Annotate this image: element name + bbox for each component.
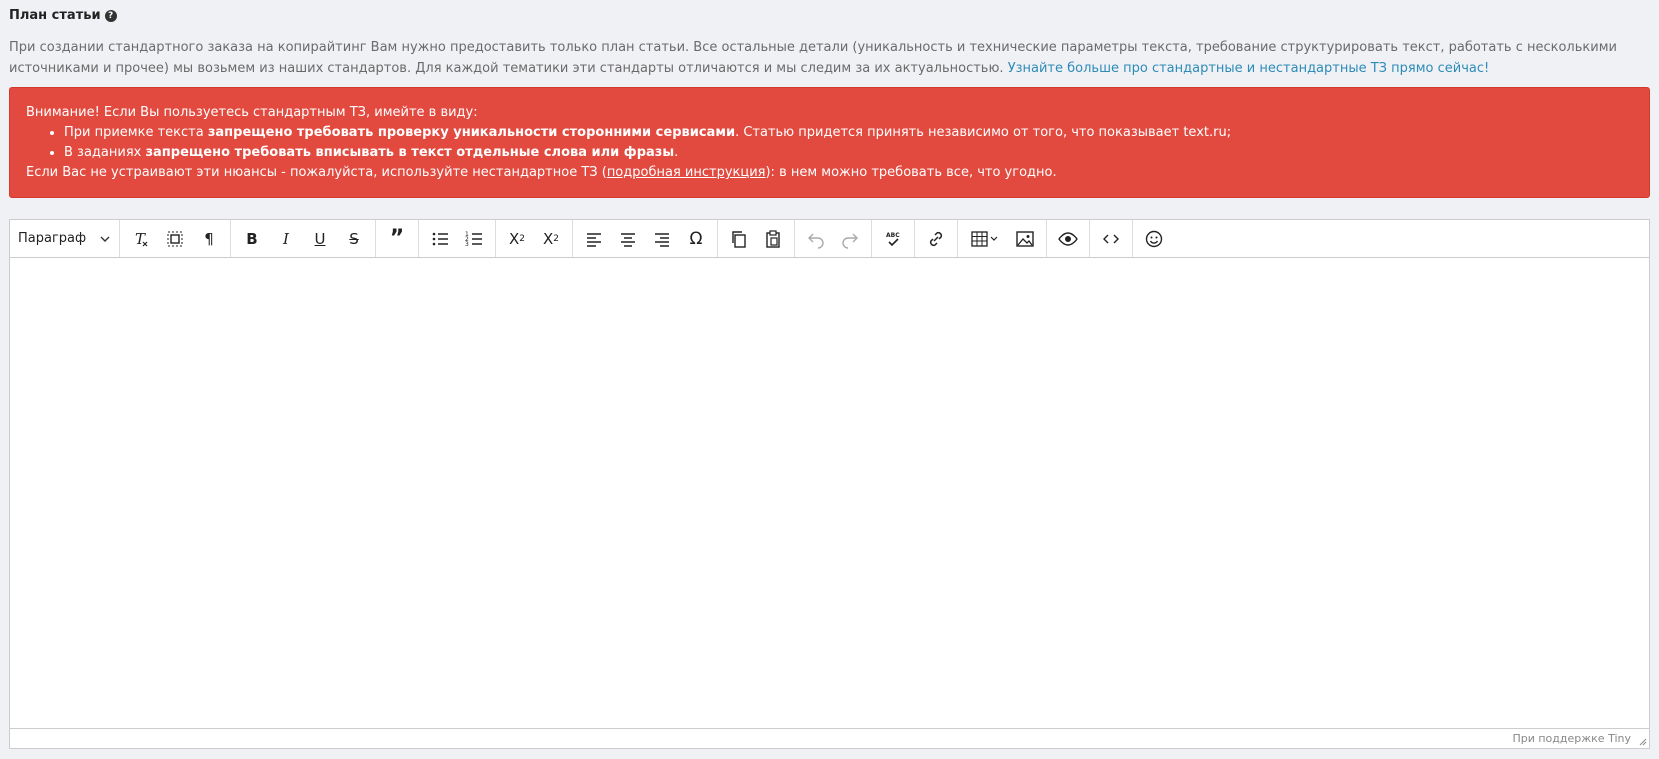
- alert-footer-text: ): в нем можно требовать все, что угодно…: [765, 165, 1057, 180]
- section-title-text: План статьи: [9, 8, 101, 23]
- alert-item-bold: запрещено требовать вписывать в текст от…: [145, 145, 675, 160]
- omega-icon[interactable]: Ω: [679, 224, 713, 254]
- image-icon[interactable]: [1008, 224, 1042, 254]
- warning-alert: Внимание! Если Вы пользуетесь стандартны…: [9, 87, 1650, 198]
- clear-format-icon[interactable]: T: [124, 224, 158, 254]
- standards-link[interactable]: Узнайте больше про стандартные и нестанд…: [1008, 61, 1490, 76]
- chevron-down-icon: [100, 236, 110, 242]
- align-center-icon[interactable]: [611, 224, 645, 254]
- alert-item-text: .: [674, 145, 679, 160]
- toolbar-group-script: X2 X2: [496, 220, 573, 257]
- alert-item: При приемке текста запрещено требовать п…: [64, 123, 1633, 143]
- alert-item: В заданиях запрещено требовать вписывать…: [64, 143, 1633, 163]
- alert-item-text: В заданиях: [64, 145, 146, 160]
- bold-icon[interactable]: B: [235, 224, 269, 254]
- undo-icon[interactable]: [799, 224, 833, 254]
- alert-item-text: . Статью придется принять независимо от …: [735, 125, 1232, 140]
- copy-icon[interactable]: [722, 224, 756, 254]
- align-right-icon[interactable]: [645, 224, 679, 254]
- rich-text-editor: Параграф T ¶ B I U S ” 123 X2 X2 Ω ABC П…: [9, 219, 1650, 749]
- toolbar-group-history: [795, 220, 872, 257]
- emoji-icon[interactable]: [1137, 224, 1171, 254]
- instruction-link[interactable]: подробная инструкция: [607, 165, 766, 180]
- subscript-icon[interactable]: X2: [534, 224, 568, 254]
- toolbar-group-spell: ABC: [872, 220, 915, 257]
- redo-icon[interactable]: [833, 224, 867, 254]
- alert-heading: Внимание! Если Вы пользуетесь стандартны…: [26, 105, 478, 120]
- preview-icon[interactable]: [1051, 224, 1085, 254]
- svg-text:ABC: ABC: [886, 232, 900, 239]
- svg-text:3: 3: [465, 241, 469, 248]
- alert-item-bold: запрещено требовать проверку уникальност…: [207, 125, 736, 140]
- alert-list: При приемке текста запрещено требовать п…: [26, 123, 1633, 163]
- link-icon[interactable]: [919, 224, 953, 254]
- alert-footer-text: Если Вас не устраивают эти нюансы - пожа…: [26, 165, 607, 180]
- code-icon[interactable]: [1094, 224, 1128, 254]
- toolbar-group-insert: [958, 220, 1047, 257]
- toolbar-group-link: [915, 220, 958, 257]
- bullet-list-icon[interactable]: [423, 224, 457, 254]
- section-title: План статьи ?: [9, 8, 117, 23]
- toolbar-group-lists: 123: [419, 220, 496, 257]
- help-icon[interactable]: ?: [104, 9, 117, 22]
- strikethrough-icon[interactable]: S: [337, 224, 371, 254]
- alert-item-text: При приемке текста: [64, 125, 208, 140]
- align-left-icon[interactable]: [577, 224, 611, 254]
- toolbar-group-quote: ”: [376, 220, 419, 257]
- toolbar-group-emoji: [1133, 220, 1175, 257]
- alert-footer: Если Вас не устраивают эти нюансы - пожа…: [26, 163, 1633, 183]
- description: При создании стандартного заказа на копи…: [9, 37, 1649, 79]
- superscript-icon[interactable]: X2: [500, 224, 534, 254]
- pilcrow-icon[interactable]: ¶: [192, 224, 226, 254]
- toolbar-group-text: B I U S: [231, 220, 376, 257]
- editor-content-area[interactable]: [10, 258, 1649, 728]
- paste-icon[interactable]: [756, 224, 790, 254]
- italic-icon[interactable]: I: [269, 224, 303, 254]
- spellcheck-icon[interactable]: ABC: [876, 224, 910, 254]
- block-format-label: Параграф: [18, 231, 87, 246]
- toolbar-group-format: T ¶: [120, 220, 231, 257]
- blockquote-icon[interactable]: ”: [380, 224, 414, 254]
- toolbar-group-code: [1090, 220, 1133, 257]
- toolbar-group-preview: [1047, 220, 1090, 257]
- select-all-icon[interactable]: [158, 224, 192, 254]
- toolbar-group-clipboard: [718, 220, 795, 257]
- numbered-list-icon[interactable]: 123: [457, 224, 491, 254]
- block-format-select[interactable]: Параграф: [10, 220, 120, 257]
- resize-handle-icon[interactable]: [1637, 736, 1647, 746]
- editor-toolbar: Параграф T ¶ B I U S ” 123 X2 X2 Ω ABC: [10, 220, 1649, 258]
- powered-by-link[interactable]: При поддержке Tiny: [1512, 732, 1631, 745]
- table-icon[interactable]: [962, 224, 1008, 254]
- editor-statusbar: При поддержке Tiny: [10, 728, 1649, 748]
- underline-icon[interactable]: U: [303, 224, 337, 254]
- toolbar-group-align: Ω: [573, 220, 718, 257]
